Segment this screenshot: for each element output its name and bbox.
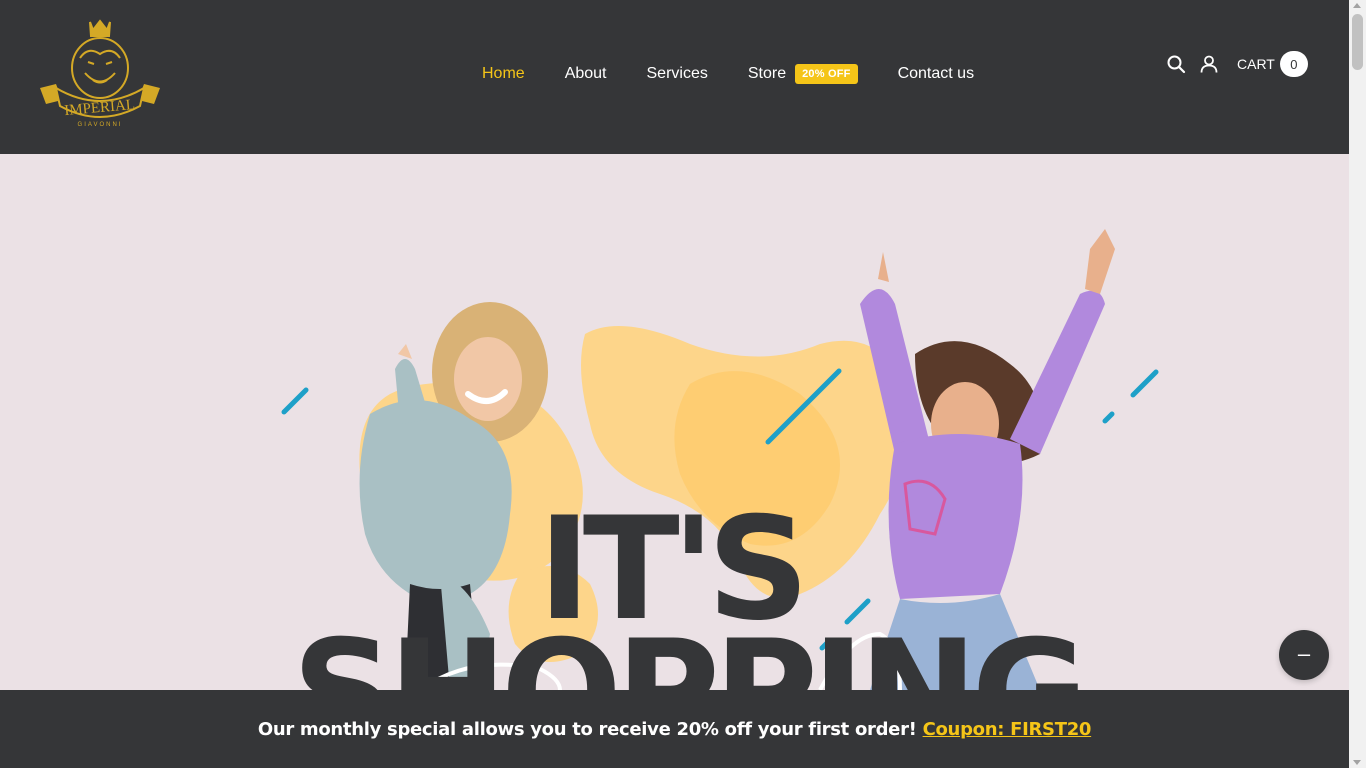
nav-contact-label: Contact us xyxy=(897,65,975,82)
nav-services[interactable]: Services xyxy=(647,65,708,83)
coupon-link[interactable]: Coupon: FIRST20 xyxy=(923,719,1092,740)
nav-contact[interactable]: Contact us xyxy=(898,65,974,83)
lion-crest-icon: IMPERIAL GIAVONNI xyxy=(40,19,160,128)
site-header: IMPERIAL GIAVONNI Home About Services St… xyxy=(0,0,1349,154)
brand-logo[interactable]: IMPERIAL GIAVONNI xyxy=(38,18,162,128)
page-scrollbar[interactable] xyxy=(1349,0,1366,768)
search-icon xyxy=(1167,55,1186,74)
search-button[interactable] xyxy=(1166,54,1186,74)
nav-about-label: About xyxy=(564,65,607,82)
svg-text:GIAVONNI: GIAVONNI xyxy=(78,122,123,128)
nav-store-label: Store xyxy=(747,65,787,82)
account-button[interactable] xyxy=(1199,54,1219,74)
nav-home-label: Home xyxy=(482,65,525,82)
promo-banner: Our monthly special allows you to receiv… xyxy=(0,690,1349,768)
cart-count-badge: 0 xyxy=(1279,51,1308,77)
store-discount-badge: 20% OFF xyxy=(795,64,858,84)
nav-about[interactable]: About xyxy=(565,65,607,83)
scroll-down-arrow-icon[interactable] xyxy=(1353,760,1361,765)
main-nav: Home About Services Store 20% OFF Contac… xyxy=(482,64,974,84)
cart-label: CART xyxy=(1237,56,1275,72)
scroll-up-arrow-icon[interactable] xyxy=(1353,3,1361,8)
hero-banner: IT'S SHOPPING xyxy=(0,154,1349,690)
hero-title-line-2: SHOPPING xyxy=(292,622,1088,691)
promo-text: Our monthly special allows you to receiv… xyxy=(257,718,917,740)
nav-services-label: Services xyxy=(646,65,708,82)
cart-button[interactable]: CART 0 xyxy=(1237,51,1308,77)
user-icon xyxy=(1200,55,1218,73)
nav-store[interactable]: Store 20% OFF xyxy=(748,64,858,84)
collapse-button[interactable]: – xyxy=(1279,630,1329,680)
nav-home[interactable]: Home xyxy=(482,65,525,83)
minus-icon: – xyxy=(1297,640,1311,666)
scrollbar-thumb[interactable] xyxy=(1352,14,1363,70)
